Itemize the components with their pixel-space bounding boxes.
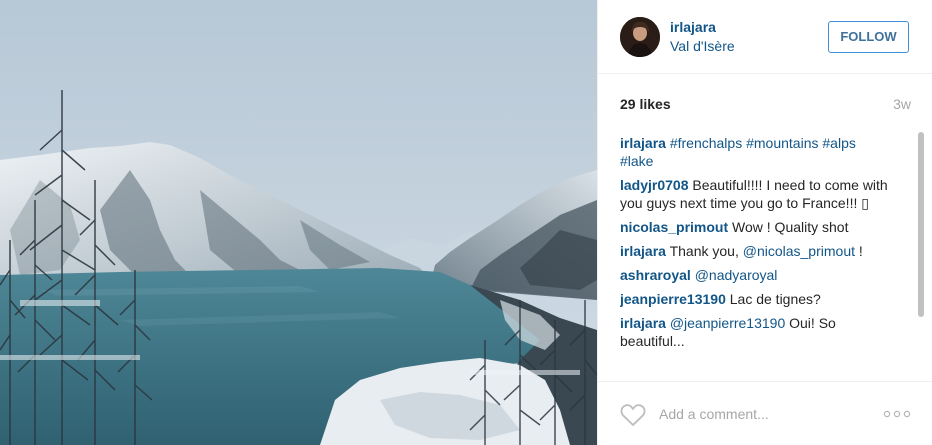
hashtag-link[interactable]: #mountains bbox=[746, 135, 818, 151]
user-block: irlajara Val d'Isère bbox=[670, 18, 735, 55]
instagram-post: irlajara Val d'Isère FOLLOW 29 likes 3w … bbox=[0, 0, 932, 445]
comment-item: ashraroyal @nadyaroyal bbox=[620, 266, 888, 284]
avatar[interactable] bbox=[620, 17, 660, 57]
mention-link[interactable]: @jeanpierre13190 bbox=[670, 315, 785, 331]
comment-username-link[interactable]: ladyjr0708 bbox=[620, 177, 689, 193]
heart-outline-icon[interactable] bbox=[620, 403, 646, 427]
comment-username-link[interactable]: irlajara bbox=[620, 135, 666, 151]
comment-username-link[interactable]: jeanpierre13190 bbox=[620, 291, 726, 307]
comment-item: irlajara @jeanpierre13190 Oui! So beauti… bbox=[620, 314, 888, 350]
comment-text: ▯ bbox=[861, 195, 869, 211]
post-age: 3w bbox=[893, 96, 911, 112]
location-link[interactable]: Val d'Isère bbox=[670, 37, 735, 55]
post-stats: 29 likes 3w bbox=[620, 96, 911, 116]
likes-count[interactable]: 29 likes bbox=[620, 96, 671, 112]
follow-button[interactable]: FOLLOW bbox=[828, 21, 909, 53]
comment-username-link[interactable]: irlajara bbox=[620, 243, 666, 259]
post-footer bbox=[598, 381, 932, 445]
username-link[interactable]: irlajara bbox=[670, 18, 735, 36]
mention-link[interactable]: @nicolas_primout bbox=[743, 243, 855, 259]
comment-item: jeanpierre13190 Lac de tignes? bbox=[620, 290, 888, 308]
comment-username-link[interactable]: irlajara bbox=[620, 315, 666, 331]
post-side-panel: irlajara Val d'Isère FOLLOW 29 likes 3w … bbox=[597, 0, 932, 445]
more-options-icon[interactable] bbox=[883, 405, 911, 423]
comment-username-link[interactable]: nicolas_primout bbox=[620, 219, 728, 235]
landscape-image bbox=[0, 0, 597, 445]
hashtag-link[interactable]: #lake bbox=[620, 153, 653, 169]
comment-item: irlajara #frenchalps #mountains #alps #l… bbox=[620, 134, 888, 170]
comment-item: nicolas_primout Wow ! Quality shot bbox=[620, 218, 888, 236]
avatar-image bbox=[620, 17, 660, 57]
hashtag-link[interactable]: #alps bbox=[822, 135, 855, 151]
comment-text: Wow ! Quality shot bbox=[732, 219, 849, 235]
comment-text: Lac de tignes? bbox=[729, 291, 821, 307]
comment-username-link[interactable]: ashraroyal bbox=[620, 267, 691, 283]
comments-list[interactable]: irlajara #frenchalps #mountains #alps #l… bbox=[620, 134, 888, 378]
hashtag-link[interactable]: #frenchalps bbox=[670, 135, 742, 151]
comment-text: ! bbox=[855, 243, 863, 259]
comment-input[interactable] bbox=[659, 403, 859, 425]
comment-item: ladyjr0708 Beautiful!!!! I need to come … bbox=[620, 176, 888, 212]
post-header: irlajara Val d'Isère FOLLOW bbox=[598, 0, 932, 74]
comment-item: irlajara Thank you, @nicolas_primout ! bbox=[620, 242, 888, 260]
mention-link[interactable]: @nadyaroyal bbox=[695, 267, 778, 283]
post-photo[interactable] bbox=[0, 0, 597, 445]
comment-text: Thank you, bbox=[669, 243, 743, 259]
comments-scrollbar[interactable] bbox=[916, 132, 926, 380]
scrollbar-thumb[interactable] bbox=[918, 132, 924, 317]
